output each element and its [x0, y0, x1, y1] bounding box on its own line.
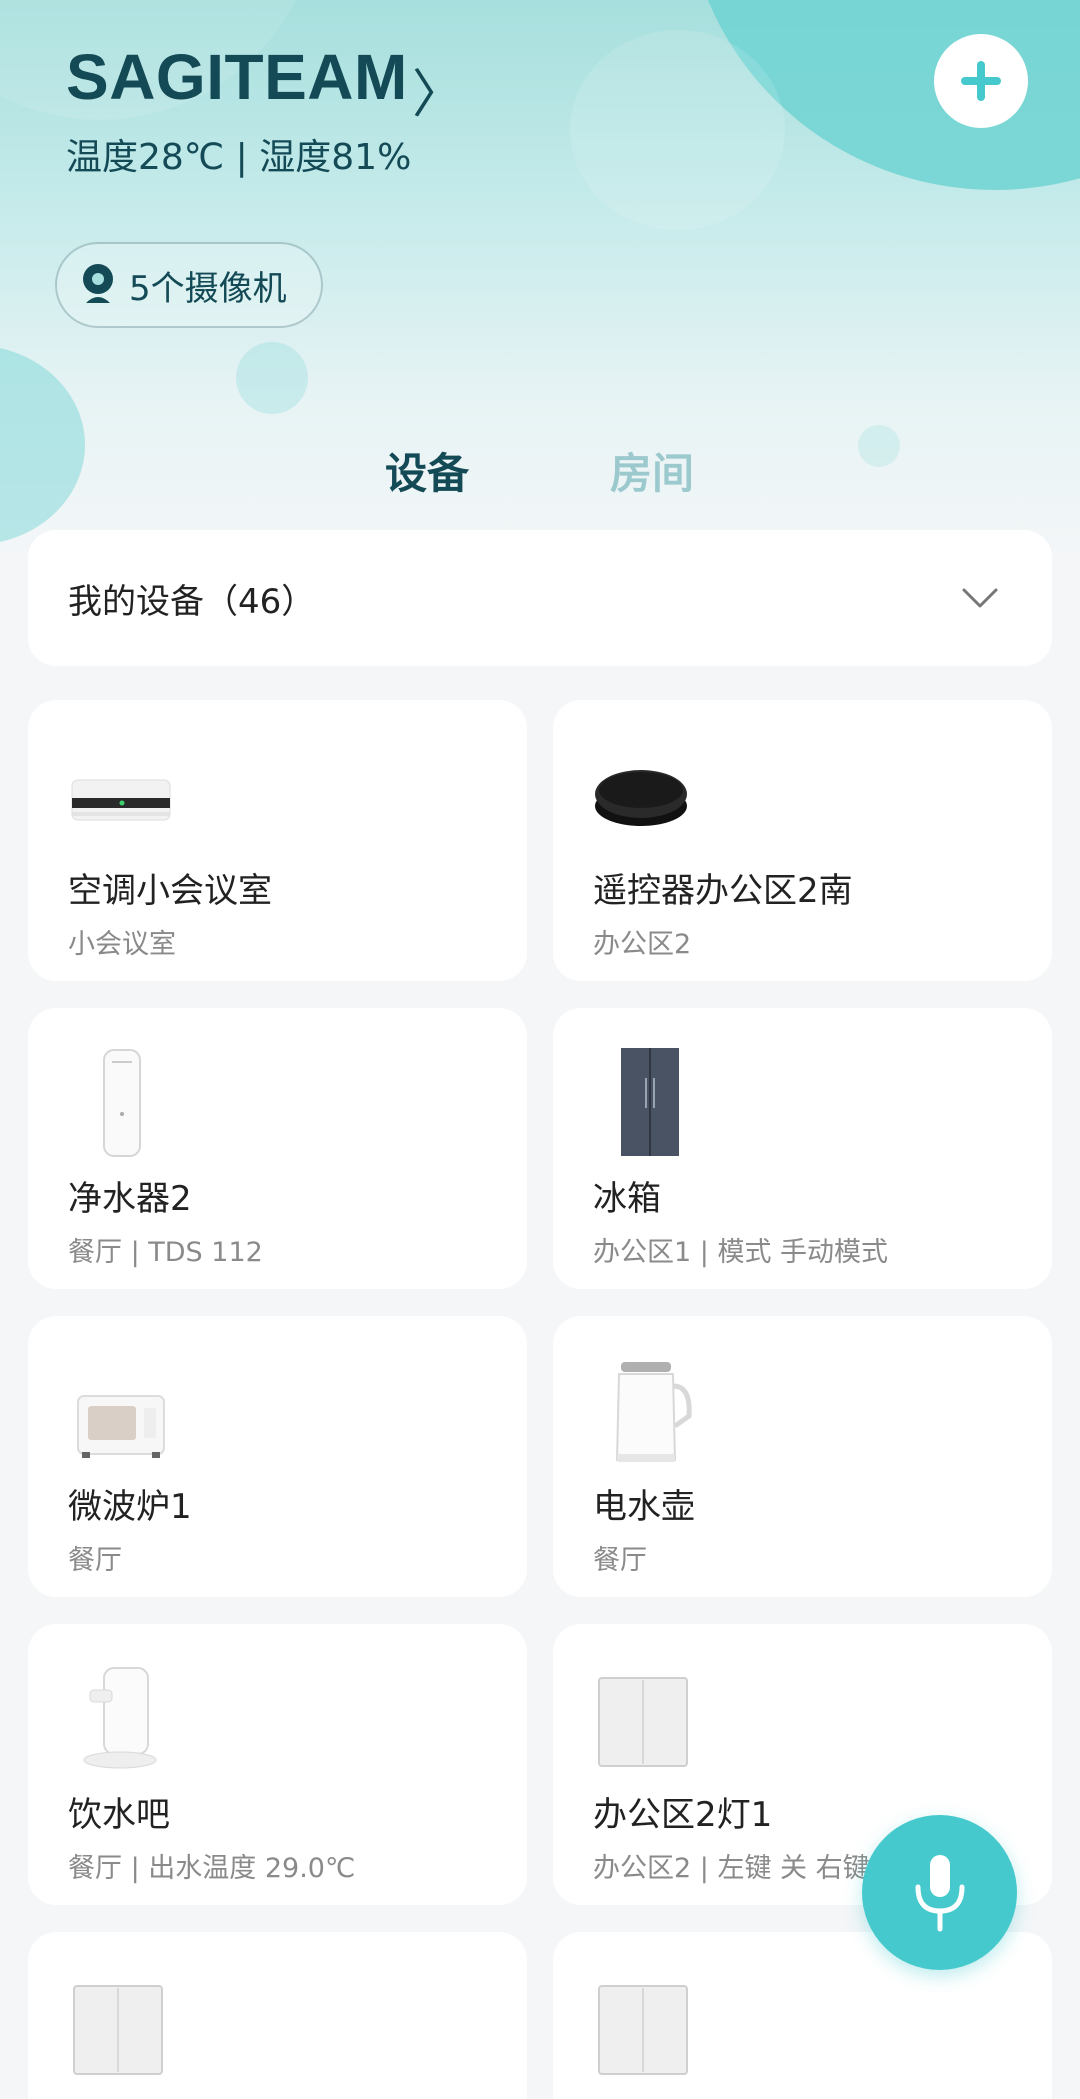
device-status: 餐厅 | TDS 112	[68, 1237, 263, 1268]
chevron-right-icon[interactable]: 〉	[412, 52, 464, 127]
device-card[interactable]: 冰箱 办公区1 | 模式 手动模式	[553, 1008, 1052, 1289]
device-name: 遥控器办公区2南	[593, 871, 853, 911]
water-purifier-icon	[103, 1049, 141, 1157]
device-name: 饮水吧	[68, 1795, 170, 1835]
device-card[interactable]: 饮水吧 餐厅 | 出水温度 29.0℃	[28, 1624, 527, 1905]
chevron-down-icon	[962, 588, 998, 608]
device-card[interactable]: 空调小会议室 小会议室	[28, 700, 527, 981]
wall-switch-icon	[598, 1677, 688, 1767]
device-filter-label: 我的设备（46）	[68, 581, 316, 622]
cameras-label: 5个摄像机	[129, 268, 287, 309]
device-name: 空调小会议室	[68, 871, 272, 911]
device-status: 小会议室	[68, 929, 176, 960]
device-name: 办公区2灯1	[593, 1795, 773, 1835]
plus-icon	[961, 61, 1001, 101]
tab-rooms[interactable]: 房间	[610, 440, 694, 501]
device-filter-dropdown[interactable]: 我的设备（46）	[28, 530, 1052, 666]
voice-assistant-button[interactable]	[862, 1815, 1017, 1970]
air-conditioner-icon	[71, 779, 171, 821]
device-card[interactable]: 净水器2 餐厅 | TDS 112	[28, 1008, 527, 1289]
camera-icon	[83, 264, 113, 303]
device-card[interactable]: 遥控器办公区2南 办公区2	[553, 700, 1052, 981]
device-status: 办公区2	[593, 929, 692, 960]
decor-bubble	[858, 425, 900, 467]
decor-bubble	[0, 345, 85, 545]
microphone-icon	[915, 1854, 964, 1931]
add-device-button[interactable]	[934, 34, 1028, 128]
device-card[interactable]: 微波炉1 餐厅	[28, 1316, 527, 1597]
device-card[interactable]: 电水壶 餐厅	[553, 1316, 1052, 1597]
cameras-button[interactable]: 5个摄像机	[55, 242, 323, 328]
device-name: 净水器2	[68, 1179, 192, 1219]
device-status: 餐厅	[68, 1545, 122, 1576]
device-card[interactable]	[28, 1932, 527, 2099]
water-dispenser-icon	[83, 1667, 157, 1769]
tab-devices[interactable]: 设备	[385, 440, 469, 501]
microwave-icon	[77, 1395, 165, 1458]
climate-readout: 温度28℃ | 湿度81%	[66, 137, 412, 178]
decor-bubble	[236, 342, 308, 414]
device-name: 冰箱	[593, 1179, 661, 1219]
wall-switch-icon	[598, 1985, 688, 2075]
kettle-icon	[615, 1362, 692, 1462]
device-name: 微波炉1	[68, 1487, 192, 1527]
fridge-icon	[621, 1048, 679, 1156]
device-status: 餐厅	[593, 1545, 647, 1576]
device-name: 电水壶	[593, 1487, 695, 1527]
device-status: 办公区2 | 左键 关 右键	[593, 1853, 870, 1884]
device-status: 办公区1 | 模式 手动模式	[593, 1237, 889, 1268]
ir-remote-icon	[595, 770, 687, 826]
device-status: 餐厅 | 出水温度 29.0℃	[68, 1853, 356, 1884]
decor-bubble	[570, 30, 785, 230]
wall-switch-icon	[73, 1985, 163, 2075]
home-name[interactable]: SAGITEAM	[66, 40, 408, 114]
